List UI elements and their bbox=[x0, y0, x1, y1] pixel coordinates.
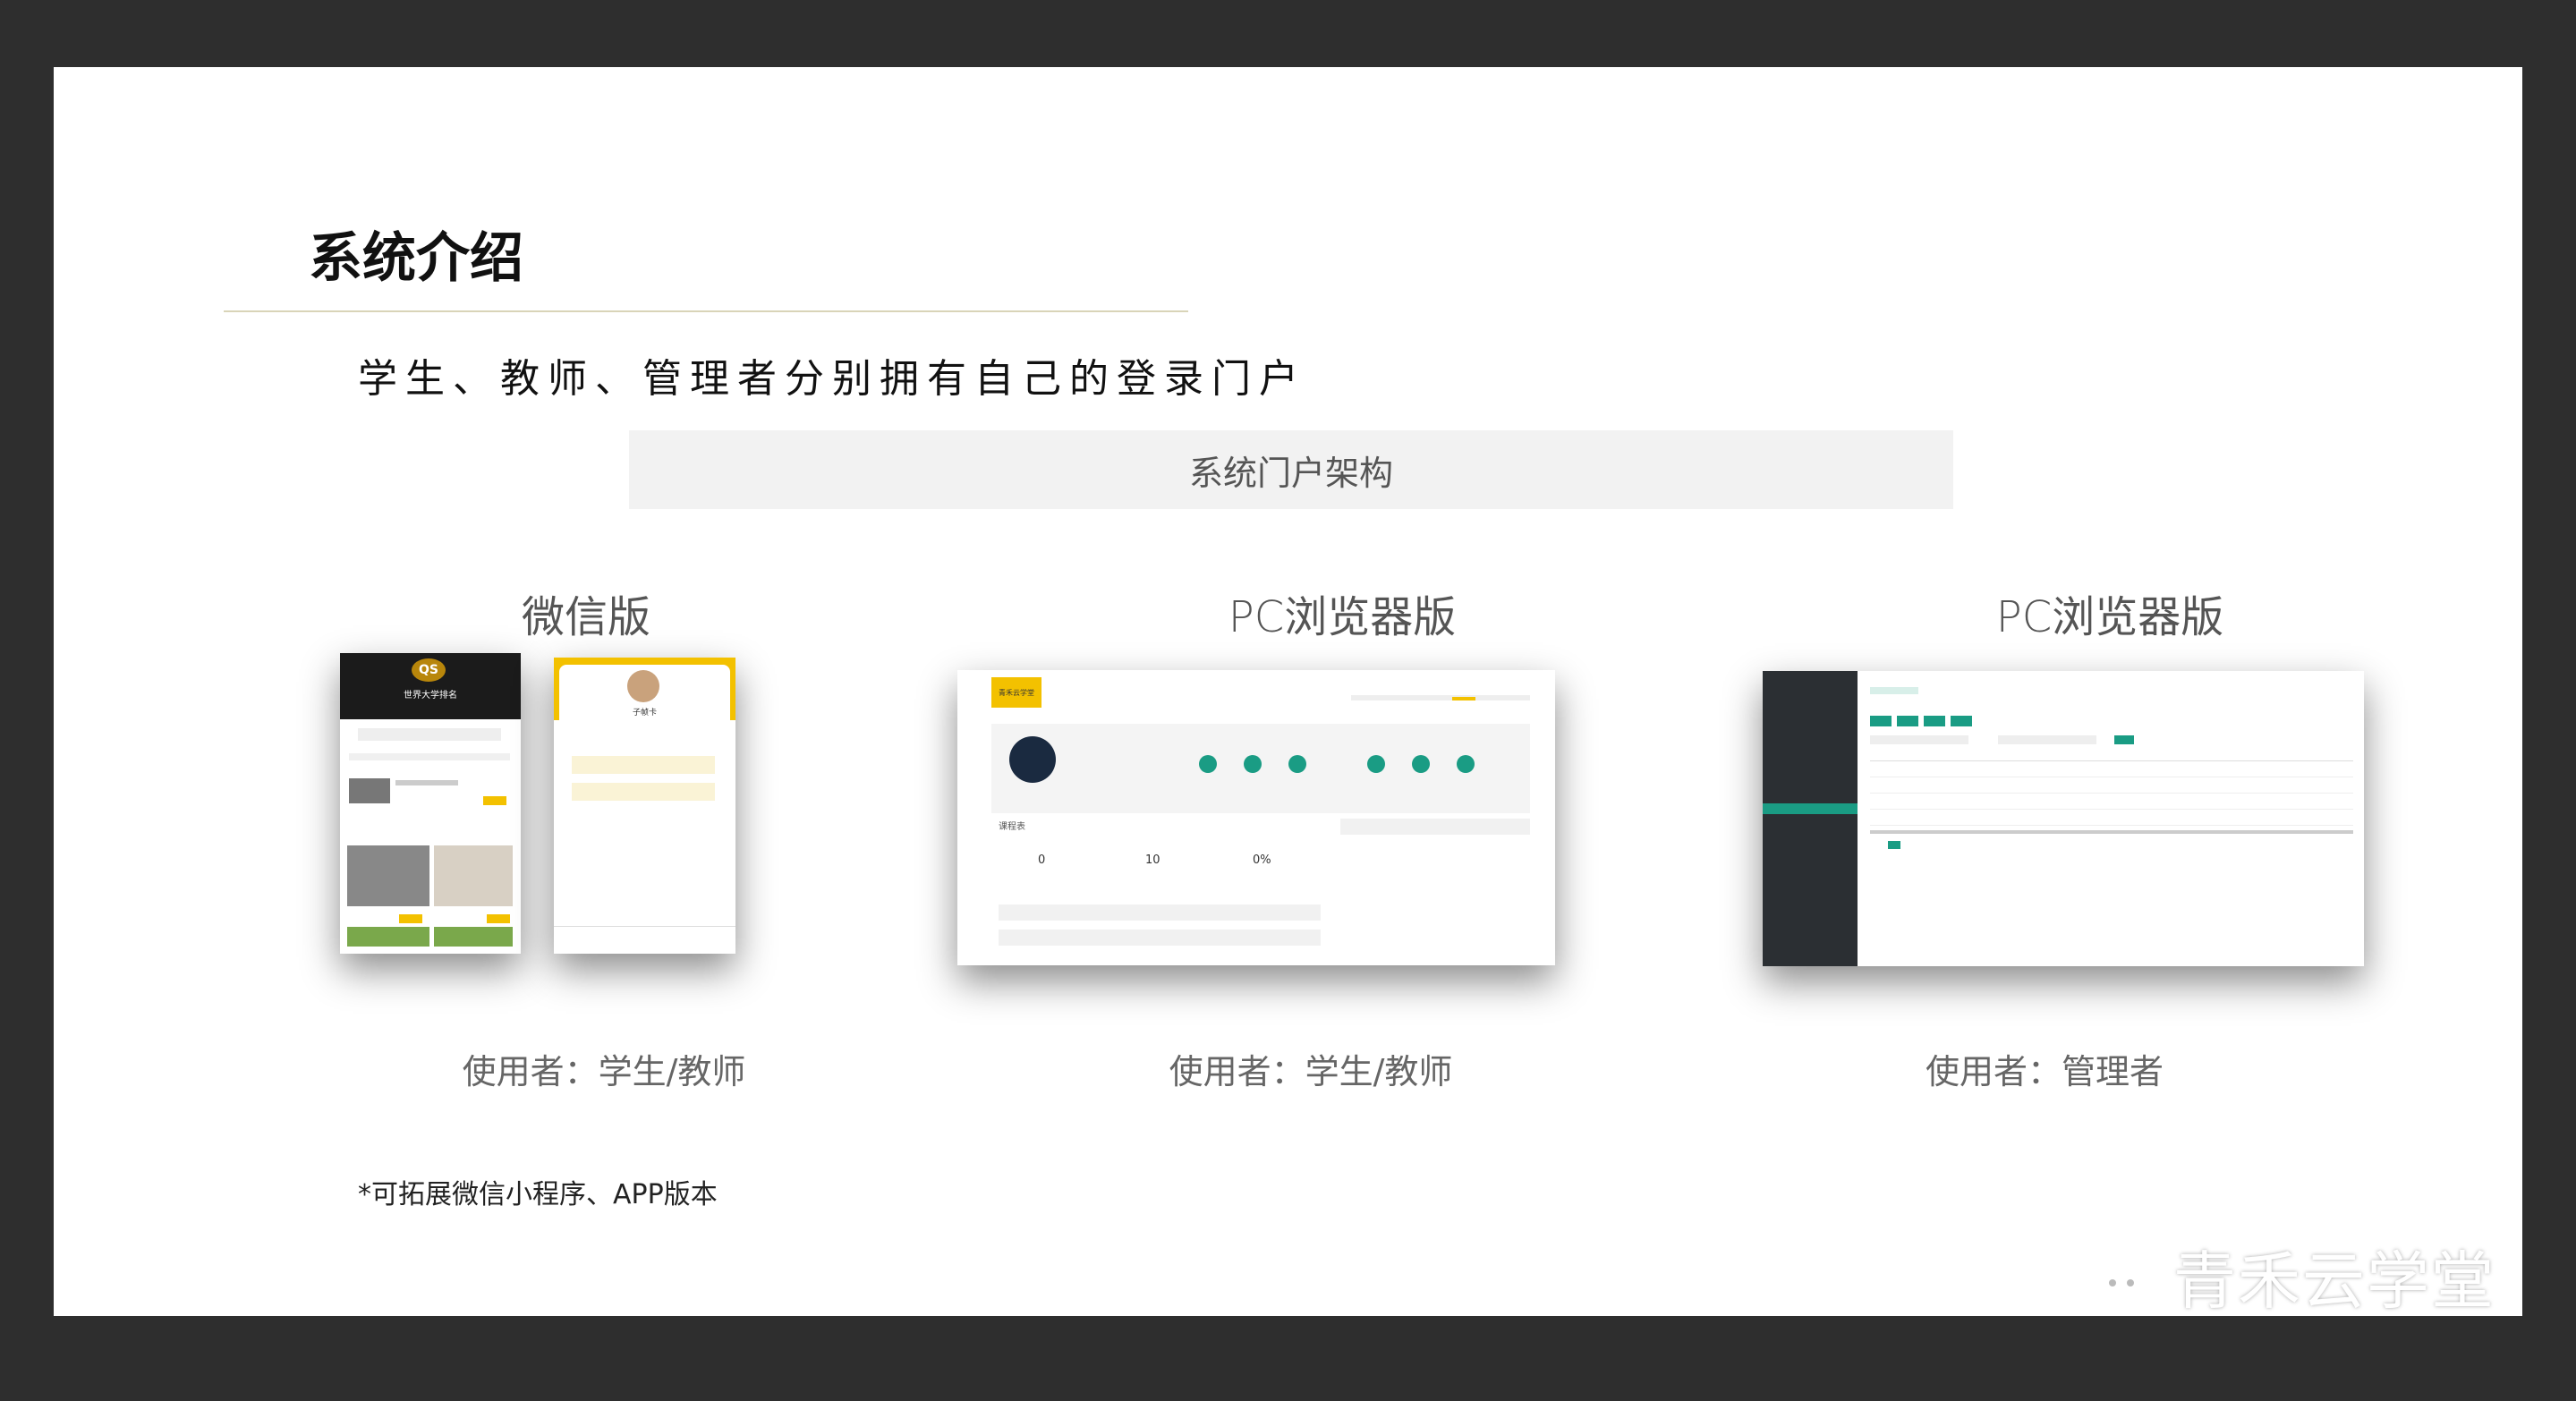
watermark: 青禾云学堂 bbox=[2052, 1235, 2495, 1318]
user-label-wechat: 使用者：学生/教师 bbox=[462, 1052, 746, 1091]
wechat-screenshot: QS 世界大学排名 bbox=[340, 653, 521, 954]
architecture-banner: 系统门户架构 bbox=[629, 430, 1953, 509]
portal-label-pc-admin: PC浏览器版 bbox=[1995, 592, 2224, 642]
wechat-profile-screenshot: 子帧卡 bbox=[554, 658, 735, 954]
stat-value-2: 10 bbox=[1145, 853, 1160, 867]
footnote: *可拓展微信小程序、APP版本 bbox=[358, 1179, 718, 1210]
pc-student-screenshot: 青禾云学堂 课程表 0 10 0% bbox=[957, 670, 1555, 965]
page-title: 系统介绍 bbox=[309, 227, 523, 290]
wechat-icon bbox=[2052, 1240, 2159, 1312]
portal-label-pc-student: PC浏览器版 bbox=[1228, 592, 1457, 642]
user-label-pc-admin: 使用者：管理者 bbox=[1925, 1052, 2164, 1091]
schedule-label: 课程表 bbox=[999, 822, 1025, 832]
mobile-banner-text: 世界大学排名 bbox=[404, 691, 457, 700]
title-divider bbox=[224, 310, 1188, 312]
pc-admin-screenshot bbox=[1763, 671, 2364, 966]
stat-value-1: 0 bbox=[1038, 853, 1046, 867]
portal-label-wechat: 微信版 bbox=[521, 592, 650, 642]
user-label-pc-student: 使用者：学生/教师 bbox=[1169, 1052, 1453, 1091]
watermark-text: 青禾云学堂 bbox=[2173, 1244, 2495, 1318]
slide-subtitle: 学生、教师、管理者分别拥有自己的登录门户 bbox=[358, 356, 1306, 402]
stat-value-3: 0% bbox=[1253, 853, 1271, 867]
pc-logo: 青禾云学堂 bbox=[991, 677, 1041, 708]
qs-badge: QS bbox=[412, 658, 446, 682]
slide: 系统介绍 学生、教师、管理者分别拥有自己的登录门户 系统门户架构 微信版 PC浏… bbox=[54, 67, 2522, 1318]
profile-name: 子帧卡 bbox=[632, 709, 657, 717]
